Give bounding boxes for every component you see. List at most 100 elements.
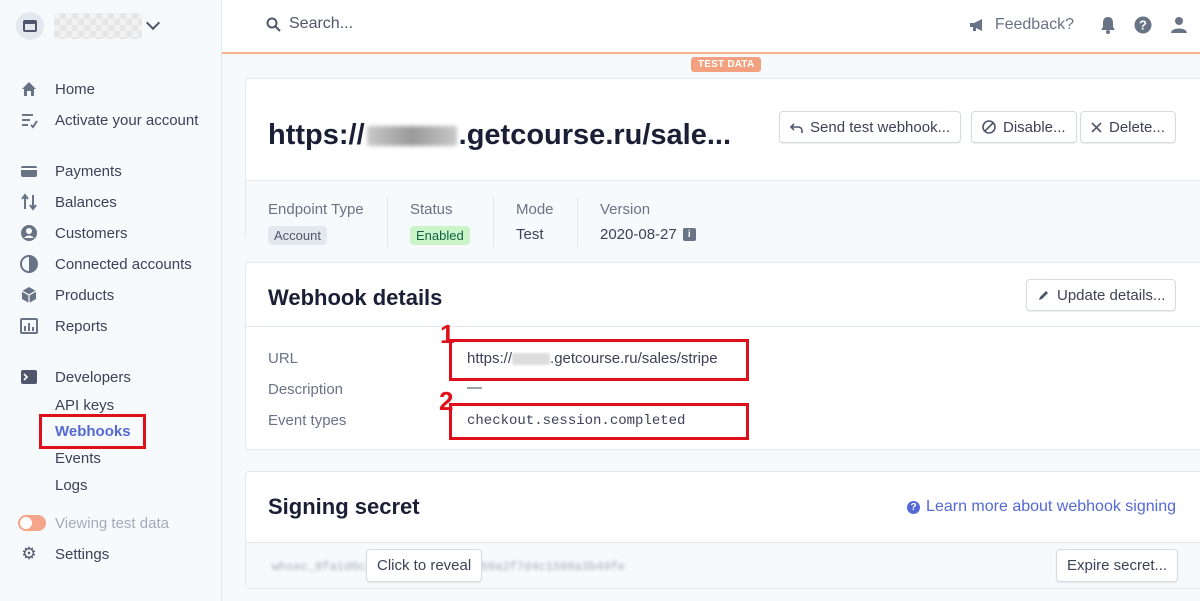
checklist-icon: [20, 111, 38, 129]
viewing-test-data-toggle[interactable]: Viewing test data: [18, 512, 169, 534]
status-badge: Enabled: [410, 226, 470, 245]
sidebar-item-label: Payments: [55, 162, 122, 180]
feedback-button[interactable]: Feedback?: [969, 16, 1074, 34]
button-label: Delete...: [1109, 118, 1165, 136]
account-switcher[interactable]: [16, 12, 161, 40]
sidebar-item-developers[interactable]: Developers: [20, 366, 131, 388]
topbar-actions: Feedback? ?: [969, 14, 1200, 36]
sidebar-item-label: Reports: [55, 317, 108, 335]
reports-icon: [20, 317, 38, 335]
divider: [387, 197, 388, 247]
sidebar-item-products[interactable]: Products: [20, 284, 114, 306]
url-suffix: .getcourse.ru/sale...: [458, 119, 732, 151]
info-icon[interactable]: i: [682, 228, 696, 241]
sidebar-item-reports[interactable]: Reports: [20, 315, 108, 337]
meta-endpoint-type: Endpoint Type Account: [268, 201, 364, 245]
url-prefix: https://: [268, 119, 365, 151]
search-placeholder: Search...: [289, 15, 354, 32]
meta-label: Mode: [516, 201, 554, 218]
meta-version: Version 2020-08-27 i: [600, 201, 696, 243]
sidebar-item-label: Balances: [55, 193, 117, 211]
button-label: Disable...: [1003, 118, 1066, 136]
meta-status: Status Enabled: [410, 201, 470, 245]
products-icon: [20, 286, 38, 304]
pencil-icon: [1037, 289, 1050, 302]
sidebar-item-activate[interactable]: Activate your account: [20, 109, 198, 131]
delete-button[interactable]: Delete...: [1080, 111, 1176, 143]
button-label: Send test webhook...: [810, 118, 951, 136]
megaphone-icon: [969, 19, 982, 31]
sidebar-item-label: Home: [55, 80, 96, 98]
secret-strip: whsec_8fa1d0c2e7b94f3a6d1c5e0b9a2f7d4c15…: [246, 542, 1200, 588]
annotation-box-event-types: [449, 403, 749, 440]
description-label: Description: [268, 381, 344, 398]
sidebar-subitem-logs[interactable]: Logs: [55, 476, 88, 496]
sidebar-item-label: Customers: [55, 224, 128, 242]
sidebar-item-label: Connected accounts: [55, 255, 192, 273]
sidebar-subitem-api-keys[interactable]: API keys: [55, 396, 114, 416]
sidebar-item-label: Settings: [55, 545, 110, 563]
sidebar-subitem-events[interactable]: Events: [55, 449, 101, 469]
sidebar-item-balances[interactable]: Balances: [20, 191, 117, 213]
divider: [246, 326, 1200, 327]
expire-secret-button[interactable]: Expire secret...: [1056, 549, 1179, 582]
help-icon[interactable]: ?: [1134, 16, 1152, 34]
sidebar: Home Activate your account Payments Bala…: [0, 0, 222, 601]
sidebar-item-label: Developers: [55, 368, 131, 386]
disable-button[interactable]: Disable...: [971, 111, 1077, 143]
endpoint-meta-strip: Endpoint Type Account Status Enabled Mod…: [246, 180, 1200, 264]
divider: [577, 197, 578, 247]
customers-icon: [20, 224, 38, 242]
endpoint-type-badge: Account: [268, 226, 327, 245]
undo-arrow-icon: [790, 121, 803, 134]
bell-icon[interactable]: [1100, 16, 1116, 34]
help-icon: ?: [907, 500, 921, 514]
learn-more-link[interactable]: ? Learn more about webhook signing: [907, 498, 1176, 516]
toggle-switch[interactable]: [18, 515, 46, 531]
sidebar-item-payments[interactable]: Payments: [20, 160, 122, 182]
meta-label: Endpoint Type: [268, 201, 364, 218]
disable-circle-icon: [982, 120, 996, 134]
svg-text:?: ?: [1139, 18, 1147, 33]
account-name-redacted: [54, 13, 142, 39]
webhook-details-title: Webhook details: [268, 285, 443, 310]
update-details-button[interactable]: Update details...: [1026, 279, 1177, 311]
signing-secret-card: Signing secret ? Learn more about webhoo…: [245, 471, 1200, 589]
feedback-label: Feedback?: [994, 16, 1074, 33]
meta-label: Version: [600, 201, 651, 218]
click-to-reveal-button[interactable]: Click to reveal: [366, 549, 483, 582]
annotation-highlight-box: [39, 414, 146, 449]
topbar: Search... Feedback? ?: [222, 0, 1200, 54]
link-label: Learn more about webhook signing: [926, 498, 1176, 515]
connected-accounts-icon: [20, 255, 38, 273]
annotation-box-url: [449, 339, 749, 381]
payments-icon: [20, 162, 38, 180]
toggle-label: Viewing test data: [55, 514, 169, 532]
user-icon[interactable]: [1170, 16, 1188, 34]
search-input[interactable]: Search...: [266, 15, 353, 33]
button-label: Update details...: [1057, 286, 1166, 304]
balances-icon: [20, 193, 38, 211]
meta-label: Status: [410, 201, 453, 218]
terminal-icon: [20, 368, 38, 386]
gear-icon: ⚙: [21, 544, 37, 563]
store-icon: [16, 12, 44, 40]
divider: [493, 197, 494, 247]
home-icon: [20, 80, 38, 98]
redacted-subdomain: [366, 125, 457, 146]
description-value: —: [467, 379, 482, 396]
sidebar-item-settings[interactable]: ⚙ Settings: [20, 543, 109, 565]
close-icon: [1091, 121, 1102, 133]
sidebar-item-customers[interactable]: Customers: [20, 222, 128, 244]
endpoint-url-title: https:// .getcourse.ru/sale...: [268, 119, 731, 152]
mode-value: Test: [516, 226, 544, 243]
test-data-badge: TEST DATA: [691, 57, 762, 72]
chevron-down-icon: [145, 15, 161, 31]
sidebar-item-label: Activate your account: [55, 111, 199, 129]
sidebar-item-connected-accounts[interactable]: Connected accounts: [20, 253, 192, 275]
send-test-webhook-button[interactable]: Send test webhook...: [779, 111, 962, 143]
search-icon: [266, 17, 281, 32]
event-types-label: Event types: [268, 412, 347, 429]
sidebar-item-home[interactable]: Home: [20, 78, 95, 100]
url-label: URL: [268, 350, 299, 367]
